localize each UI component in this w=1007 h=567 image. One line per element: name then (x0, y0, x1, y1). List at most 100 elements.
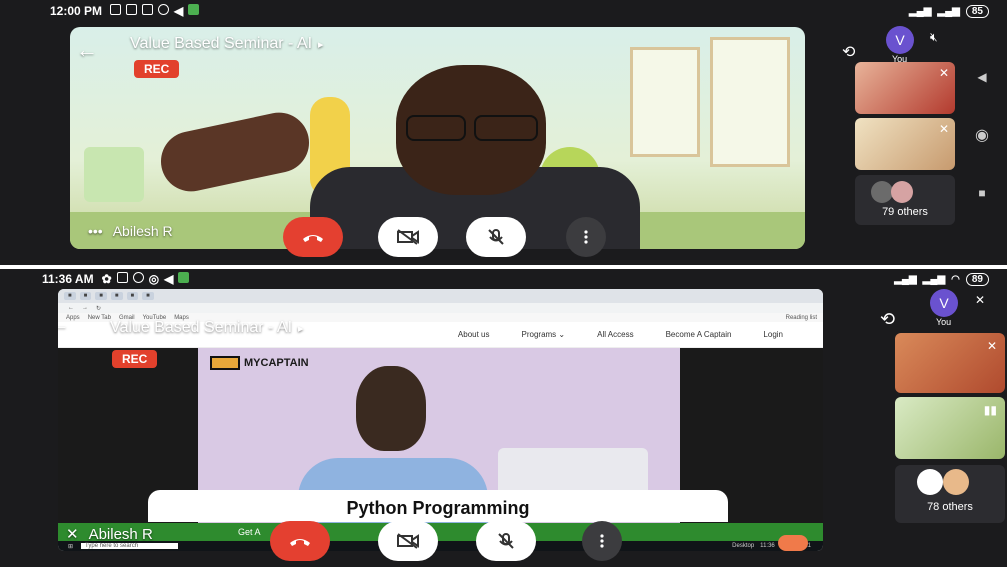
signal-icon: ▂▄▆ (908, 5, 932, 17)
video-player-area: MYCAPTAIN Python Programming (58, 348, 823, 523)
camera-toggle-button[interactable] (378, 521, 438, 561)
others-tile[interactable]: 78 others (895, 465, 1005, 523)
caret-right-icon: ▸ (318, 38, 324, 51)
banner-text: Get A (238, 527, 261, 537)
brand-name: MYCAPTAIN (244, 357, 309, 369)
site-nav-item[interactable]: Programs ⌄ (522, 330, 566, 339)
nav-back-icon[interactable]: ◀ (977, 70, 986, 84)
participant-tile[interactable]: ✕ (855, 62, 955, 114)
mic-off-icon: ✕ (986, 339, 997, 353)
mycaptain-logo: MYCAPTAIN (210, 356, 309, 370)
notification-icon (158, 4, 170, 15)
self-avatar: V (930, 289, 958, 317)
windows-start-icon[interactable]: ⊞ (68, 543, 73, 550)
main-video-feed[interactable]: ← Value Based Seminar - AI ▸ REC ••• Abi… (70, 27, 805, 249)
participant-avatar (871, 181, 893, 203)
wifi-icon: ◠ (951, 273, 960, 285)
status-notification-icons: ✿ ◎ ◀ (102, 272, 190, 286)
taskbar-desktop[interactable]: Desktop (732, 543, 754, 549)
sharing-banner: Get A (58, 523, 823, 541)
switch-camera-icon[interactable]: ⟲ (842, 42, 855, 62)
others-count: 78 others (927, 501, 973, 513)
end-call-button[interactable] (283, 217, 343, 257)
meeting-title-text: Value Based Seminar - AI (110, 319, 293, 336)
meeting-title-text: Value Based Seminar - AI (130, 35, 313, 52)
glasses (406, 115, 466, 141)
nav-recents-icon[interactable]: ■ (978, 186, 985, 200)
battery-indicator: 85 (965, 4, 989, 18)
bookmark-item[interactable]: New Tab (88, 315, 111, 321)
windows-taskbar: ⊞ Type here to search Desktop 11:36 11-0… (58, 541, 823, 551)
mic-toggle-button[interactable] (466, 217, 526, 257)
browser-tab[interactable]: ■ (126, 292, 139, 300)
mic-off-icon: ✕ (938, 66, 949, 80)
reading-list[interactable]: Reading list (786, 315, 823, 321)
browser-tab[interactable]: ■ (142, 292, 154, 300)
mic-off-icon: 🔇︎ (930, 30, 938, 44)
browser-tab-bar: ■ ■ ■ ■ ■ ■ (58, 289, 823, 303)
speaker-label: ✕ Abilesh R (66, 525, 153, 544)
mic-off-icon: ✕ (938, 122, 949, 136)
instructor-head (356, 366, 426, 451)
top-call-screen: 12:00 PM ◀ ▂▄▆ ▂▄▆ 85 ← Value Based Semi… (0, 0, 1007, 265)
gallery-icon (178, 272, 190, 283)
participant-tile[interactable]: ✕ (855, 118, 955, 170)
shared-screen-feed[interactable]: ■ ■ ■ ■ ■ ■ ← → ↻ Apps New Tab Gmail You… (58, 289, 823, 551)
camera-off-icon (397, 533, 419, 549)
speaking-indicator-icon: ▮▮ (983, 403, 997, 417)
meeting-title[interactable]: Value Based Seminar - AI ▸ (130, 35, 324, 53)
camera-off-icon (397, 229, 419, 245)
browser-tab[interactable]: ■ (79, 292, 92, 300)
site-nav-item[interactable]: About us (458, 330, 490, 339)
status-right: ▂▄▆ ▂▄▆ 85 (908, 4, 989, 18)
mic-off-icon: ✕ (975, 293, 986, 307)
mic-off-icon: ✕ (66, 526, 79, 543)
you-label: You (936, 317, 952, 327)
hand-pointer-icon (210, 356, 240, 370)
phone-hangup-icon (290, 539, 310, 546)
more-options-button[interactable] (582, 521, 622, 561)
nav-home-icon[interactable]: ◉ (975, 125, 989, 145)
signal-icon: ▂▄▆ (894, 273, 917, 285)
participant-tile[interactable]: ✕ (895, 333, 1005, 393)
caret-right-icon: ▸ (298, 322, 304, 335)
more-dots-icon[interactable]: ••• (88, 223, 103, 239)
status-right: ▂▄▆ ▂▄▆ ◠ 89 (894, 272, 989, 286)
notification-icon (126, 4, 138, 15)
more-vert-icon (600, 534, 604, 548)
browser-forward-icon[interactable]: → (82, 305, 88, 311)
end-call-button[interactable] (270, 521, 330, 561)
browser-reload-icon[interactable]: ↻ (96, 305, 101, 312)
status-time: 12:00 PM (50, 4, 103, 18)
others-tile[interactable]: 79 others (855, 175, 955, 225)
site-nav-item[interactable]: All Access (597, 330, 633, 339)
settings-icon: ✿ (101, 272, 112, 286)
recording-badge: REC (112, 350, 158, 368)
self-avatar: V (886, 26, 914, 54)
whatsapp-icon: ◎ (148, 272, 160, 286)
more-options-button[interactable] (566, 217, 606, 257)
browser-address-bar[interactable]: ← → ↻ (58, 303, 823, 313)
meeting-title[interactable]: Value Based Seminar - AI ▸ (110, 319, 304, 337)
promo-title-card: Python Programming (148, 490, 728, 522)
site-nav-item[interactable]: Login (763, 330, 783, 339)
taskbar-search[interactable]: Type here to search (81, 543, 179, 549)
browser-tab[interactable]: ■ (110, 292, 123, 300)
notification-icon (142, 4, 154, 15)
others-count: 79 others (882, 206, 928, 218)
switch-camera-icon[interactable]: ⟲ (880, 309, 895, 330)
window-illustration (630, 47, 700, 157)
status-bar: 11:36 AM ✿ ◎ ◀ ▂▄▆ ▂▄▆ ◠ 89 (0, 269, 1007, 289)
camera-toggle-button[interactable] (378, 217, 438, 257)
notification-icon (132, 272, 144, 283)
chat-bubble-icon[interactable] (778, 535, 808, 551)
back-arrow-icon[interactable]: ← (76, 37, 98, 63)
mic-toggle-button[interactable] (476, 521, 536, 561)
back-arrow-icon[interactable]: ← (58, 311, 70, 337)
browser-tab[interactable]: ■ (95, 292, 107, 300)
site-nav-item[interactable]: Become A Captain (666, 330, 732, 339)
participant-tile[interactable]: ▮▮ (895, 397, 1005, 459)
phone-hangup-icon (303, 235, 323, 242)
browser-tab[interactable]: ■ (64, 292, 76, 300)
battery-indicator: 89 (965, 272, 989, 286)
